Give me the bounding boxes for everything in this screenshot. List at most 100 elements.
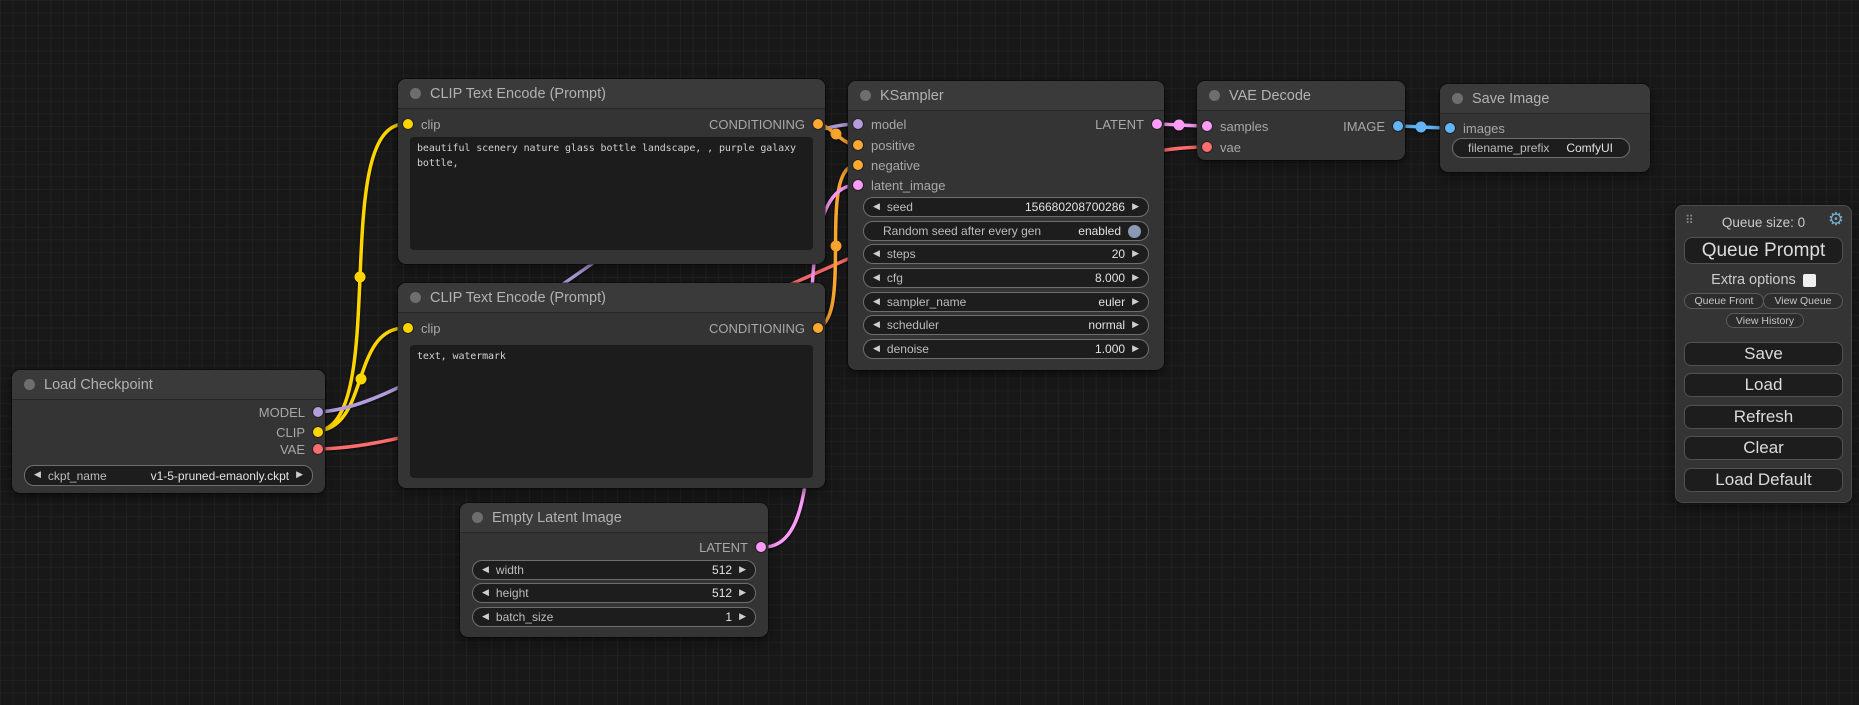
positive-prompt-textarea[interactable]: beautiful scenery nature glass bottle la… bbox=[410, 137, 813, 250]
vae-port-icon[interactable] bbox=[313, 444, 323, 454]
samples-input-port[interactable]: samples bbox=[1202, 119, 1268, 133]
decrement-arrow-icon[interactable]: ◀ bbox=[873, 203, 880, 212]
filename-prefix-widget[interactable]: filename_prefix ComfyUI bbox=[1452, 138, 1630, 158]
decrement-arrow-icon[interactable]: ◀ bbox=[873, 345, 880, 354]
denoise-number-widget[interactable]: ◀ denoise 1.000 ▶ bbox=[863, 339, 1149, 359]
latent-port-icon[interactable] bbox=[1202, 121, 1212, 131]
latent-output-port[interactable]: LATENT bbox=[699, 540, 766, 554]
increment-arrow-icon[interactable]: ▶ bbox=[1132, 274, 1139, 283]
clip-output-port[interactable]: CLIP bbox=[276, 425, 323, 439]
images-input-port[interactable]: images bbox=[1445, 121, 1505, 135]
extra-options-checkbox[interactable] bbox=[1803, 274, 1816, 287]
decrement-arrow-icon[interactable]: ◀ bbox=[482, 613, 489, 622]
node-load-checkpoint[interactable]: Load Checkpoint MODEL CLIP VAE ◀ ckpt_na… bbox=[12, 370, 325, 493]
increment-arrow-icon[interactable]: ▶ bbox=[739, 566, 746, 575]
height-number-widget[interactable]: ◀ height 512 ▶ bbox=[472, 583, 756, 603]
node-ksampler[interactable]: KSampler model positive negative latent_… bbox=[848, 81, 1164, 370]
queue-front-button[interactable]: Queue Front bbox=[1684, 293, 1764, 309]
decrement-arrow-icon[interactable]: ◀ bbox=[482, 566, 489, 575]
clip-port-icon[interactable] bbox=[313, 427, 323, 437]
seed-number-widget[interactable]: ◀ seed 156680208700286 ▶ bbox=[863, 197, 1149, 217]
clip-input-port[interactable]: clip bbox=[403, 321, 441, 335]
refresh-button[interactable]: Refresh bbox=[1684, 405, 1843, 429]
ckpt-name-combo[interactable]: ◀ ckpt_name v1-5-pruned-emaonly.ckpt ▶ bbox=[24, 465, 313, 486]
increment-arrow-icon[interactable]: ▶ bbox=[1132, 321, 1139, 330]
node-clip-text-encode-positive[interactable]: CLIP Text Encode (Prompt) clip CONDITION… bbox=[398, 79, 825, 264]
load-button[interactable]: Load bbox=[1684, 373, 1843, 397]
vae-port-icon[interactable] bbox=[1202, 142, 1212, 152]
model-port-icon[interactable] bbox=[853, 119, 863, 129]
node-title-bar[interactable]: VAE Decode bbox=[1197, 81, 1405, 111]
clear-button[interactable]: Clear bbox=[1684, 436, 1843, 460]
increment-arrow-icon[interactable]: ▶ bbox=[296, 471, 303, 480]
steps-number-widget[interactable]: ◀ steps 20 ▶ bbox=[863, 244, 1149, 264]
increment-arrow-icon[interactable]: ▶ bbox=[1132, 345, 1139, 354]
model-input-port[interactable]: model bbox=[853, 117, 906, 131]
clip-input-port[interactable]: clip bbox=[403, 117, 441, 131]
width-number-widget[interactable]: ◀ width 512 ▶ bbox=[472, 560, 756, 580]
conditioning-port-icon[interactable] bbox=[853, 160, 863, 170]
toggle-on-icon[interactable] bbox=[1128, 225, 1141, 238]
sampler-name-combo[interactable]: ◀ sampler_name euler ▶ bbox=[863, 292, 1149, 312]
increment-arrow-icon[interactable]: ▶ bbox=[739, 589, 746, 598]
image-port-icon[interactable] bbox=[1393, 121, 1403, 131]
random-seed-toggle-widget[interactable]: Random seed after every gen enabled bbox=[863, 221, 1149, 241]
vae-input-port[interactable]: vae bbox=[1202, 140, 1241, 154]
conditioning-output-port[interactable]: CONDITIONING bbox=[709, 321, 823, 335]
model-output-port[interactable]: MODEL bbox=[259, 405, 323, 419]
queue-prompt-button[interactable]: Queue Prompt bbox=[1684, 237, 1843, 264]
increment-arrow-icon[interactable]: ▶ bbox=[739, 613, 746, 622]
increment-arrow-icon[interactable]: ▶ bbox=[1132, 250, 1139, 259]
node-title: CLIP Text Encode (Prompt) bbox=[430, 86, 606, 102]
node-title-bar[interactable]: Load Checkpoint bbox=[12, 370, 325, 400]
latent-image-input-port[interactable]: latent_image bbox=[853, 178, 945, 192]
cfg-number-widget[interactable]: ◀ cfg 8.000 ▶ bbox=[863, 268, 1149, 288]
load-default-button[interactable]: Load Default bbox=[1684, 468, 1843, 492]
conditioning-output-port[interactable]: CONDITIONING bbox=[709, 117, 823, 131]
port-label: clip bbox=[421, 117, 441, 132]
decrement-arrow-icon[interactable]: ◀ bbox=[873, 321, 880, 330]
image-port-icon[interactable] bbox=[1445, 123, 1455, 133]
batch-size-number-widget[interactable]: ◀ batch_size 1 ▶ bbox=[472, 607, 756, 627]
drag-handle-icon[interactable]: ⠿ bbox=[1685, 214, 1694, 226]
widget-label: ckpt_name bbox=[48, 469, 107, 483]
latent-port-icon[interactable] bbox=[756, 542, 766, 552]
decrement-arrow-icon[interactable]: ◀ bbox=[873, 298, 880, 307]
node-title-bar[interactable]: CLIP Text Encode (Prompt) bbox=[398, 79, 825, 109]
model-port-icon[interactable] bbox=[313, 407, 323, 417]
positive-input-port[interactable]: positive bbox=[853, 138, 915, 152]
node-empty-latent-image[interactable]: Empty Latent Image LATENT ◀ width 512 ▶ … bbox=[460, 503, 768, 637]
save-button[interactable]: Save bbox=[1684, 342, 1843, 366]
latent-port-icon[interactable] bbox=[1152, 119, 1162, 129]
increment-arrow-icon[interactable]: ▶ bbox=[1132, 298, 1139, 307]
negative-input-port[interactable]: negative bbox=[853, 158, 920, 172]
comfyui-canvas[interactable]: { "colors": { "model": "#B39DDB", "clip"… bbox=[0, 0, 1859, 705]
node-vae-decode[interactable]: VAE Decode samples vae IMAGE bbox=[1197, 81, 1405, 160]
clip-port-icon[interactable] bbox=[403, 323, 413, 333]
conditioning-port-icon[interactable] bbox=[853, 140, 863, 150]
decrement-arrow-icon[interactable]: ◀ bbox=[873, 274, 880, 283]
latent-output-port[interactable]: LATENT bbox=[1095, 117, 1162, 131]
increment-arrow-icon[interactable]: ▶ bbox=[1132, 203, 1139, 212]
image-output-port[interactable]: IMAGE bbox=[1343, 119, 1403, 133]
conditioning-port-icon[interactable] bbox=[813, 119, 823, 129]
node-clip-text-encode-negative[interactable]: CLIP Text Encode (Prompt) clip CONDITION… bbox=[398, 283, 825, 488]
conditioning-port-icon[interactable] bbox=[813, 323, 823, 333]
latent-port-icon[interactable] bbox=[853, 180, 863, 190]
scheduler-combo[interactable]: ◀ scheduler normal ▶ bbox=[863, 315, 1149, 335]
decrement-arrow-icon[interactable]: ◀ bbox=[34, 471, 41, 480]
decrement-arrow-icon[interactable]: ◀ bbox=[482, 589, 489, 598]
settings-gear-icon[interactable]: ⚙ bbox=[1828, 211, 1844, 229]
node-title-bar[interactable]: Save Image bbox=[1440, 84, 1650, 114]
node-save-image[interactable]: Save Image images filename_prefix ComfyU… bbox=[1440, 84, 1650, 172]
negative-prompt-textarea[interactable]: text, watermark bbox=[410, 345, 813, 478]
node-title-bar[interactable]: CLIP Text Encode (Prompt) bbox=[398, 283, 825, 313]
node-title-bar[interactable]: KSampler bbox=[848, 81, 1164, 111]
decrement-arrow-icon[interactable]: ◀ bbox=[873, 250, 880, 259]
vae-output-port[interactable]: VAE bbox=[280, 442, 323, 456]
view-history-button[interactable]: View History bbox=[1726, 313, 1804, 328]
clip-port-icon[interactable] bbox=[403, 119, 413, 129]
queue-panel[interactable]: ⠿ Queue size: 0 ⚙ Queue Prompt Extra opt… bbox=[1675, 205, 1852, 503]
node-title-bar[interactable]: Empty Latent Image bbox=[460, 503, 768, 533]
view-queue-button[interactable]: View Queue bbox=[1763, 293, 1843, 309]
